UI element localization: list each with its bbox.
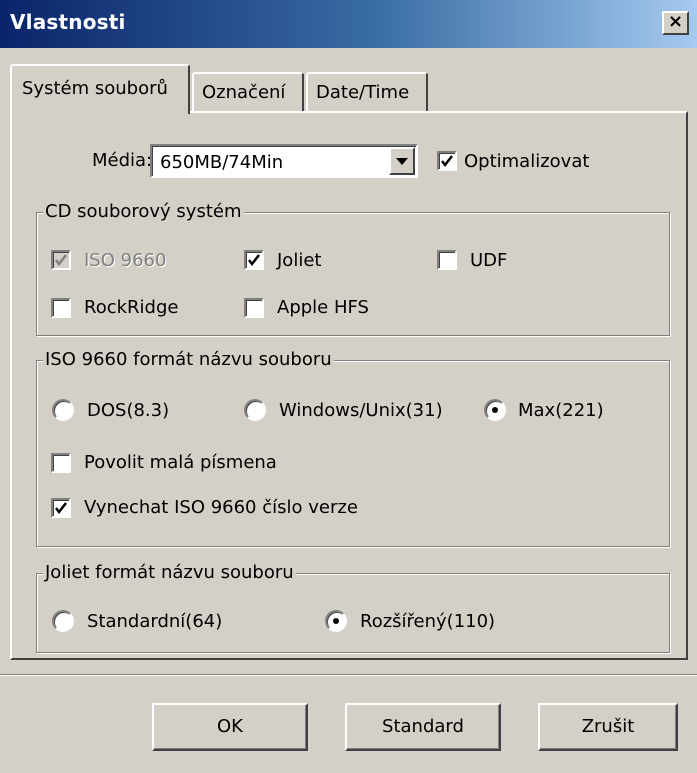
omit-version-checkbox[interactable] <box>51 498 71 518</box>
standard-button[interactable]: Standard <box>345 703 501 751</box>
checkmark-icon <box>55 254 67 267</box>
extended-110-radio[interactable] <box>325 610 347 632</box>
windows-unix-label: Windows/Unix(31) <box>279 400 443 421</box>
ok-button-label: OK <box>217 716 243 737</box>
extended-110-label: Rozšířený(110) <box>360 611 496 632</box>
close-icon: × <box>667 11 684 32</box>
standard-button-label: Standard <box>382 716 464 737</box>
apple-hfs-label: Apple HFS <box>277 297 369 318</box>
max-radio[interactable] <box>484 399 506 421</box>
group-title: ISO 9660 formát názvu souboru <box>43 349 334 370</box>
group-title: CD souborový systém <box>43 201 244 222</box>
media-select-value: 650MB/74Min <box>160 152 284 173</box>
media-label: Média: <box>92 150 153 171</box>
joliet-label: Joliet <box>277 250 322 271</box>
standard-64-radio[interactable] <box>52 610 74 632</box>
dos-radio[interactable] <box>52 399 74 421</box>
ok-button[interactable]: OK <box>152 703 308 751</box>
tab-system-souboru[interactable]: Systém souborů <box>10 64 190 114</box>
tab-date-time[interactable]: Date/Time <box>306 72 428 112</box>
checkmark-icon <box>248 254 260 267</box>
tab-label: Systém souborů <box>22 78 168 99</box>
allow-lowercase-label: Povolit malá písmena <box>84 452 277 473</box>
cancel-button[interactable]: Zrušit <box>538 703 678 751</box>
apple-hfs-checkbox[interactable] <box>244 298 264 318</box>
udf-checkbox[interactable] <box>437 250 457 270</box>
joliet-checkbox[interactable] <box>244 250 264 270</box>
omit-version-label: Vynechat ISO 9660 číslo verze <box>84 497 358 518</box>
optimize-checkbox[interactable] <box>437 151 457 171</box>
title-bar: Vlastnosti × <box>0 0 697 48</box>
iso9660-checkbox[interactable] <box>51 250 71 270</box>
tab-label: Date/Time <box>316 82 410 103</box>
dropdown-button[interactable] <box>389 147 415 175</box>
radio-dot-icon <box>333 618 339 624</box>
cancel-button-label: Zrušit <box>581 716 635 737</box>
standard-64-label: Standardní(64) <box>87 611 223 632</box>
rockridge-label: RockRidge <box>84 297 179 318</box>
checkmark-icon <box>55 502 67 515</box>
group-title: Joliet formát názvu souboru <box>43 562 296 583</box>
close-button[interactable]: × <box>662 11 689 35</box>
separator <box>0 674 697 676</box>
tab-oznaceni[interactable]: Označení <box>192 72 304 112</box>
optimize-label: Optimalizovat <box>464 151 590 172</box>
window-title: Vlastnosti <box>10 10 126 34</box>
checkmark-icon <box>441 155 453 168</box>
dos-label: DOS(8.3) <box>87 400 170 421</box>
chevron-down-icon <box>396 158 408 165</box>
udf-label: UDF <box>470 250 508 271</box>
radio-dot-icon <box>492 407 498 413</box>
rockridge-checkbox[interactable] <box>51 298 71 318</box>
windows-unix-radio[interactable] <box>244 399 266 421</box>
allow-lowercase-checkbox[interactable] <box>51 453 71 473</box>
media-select[interactable]: 650MB/74Min <box>150 144 418 178</box>
tab-label: Označení <box>202 82 286 103</box>
iso9660-label: ISO 9660 <box>84 250 167 271</box>
max-label: Max(221) <box>518 400 604 421</box>
